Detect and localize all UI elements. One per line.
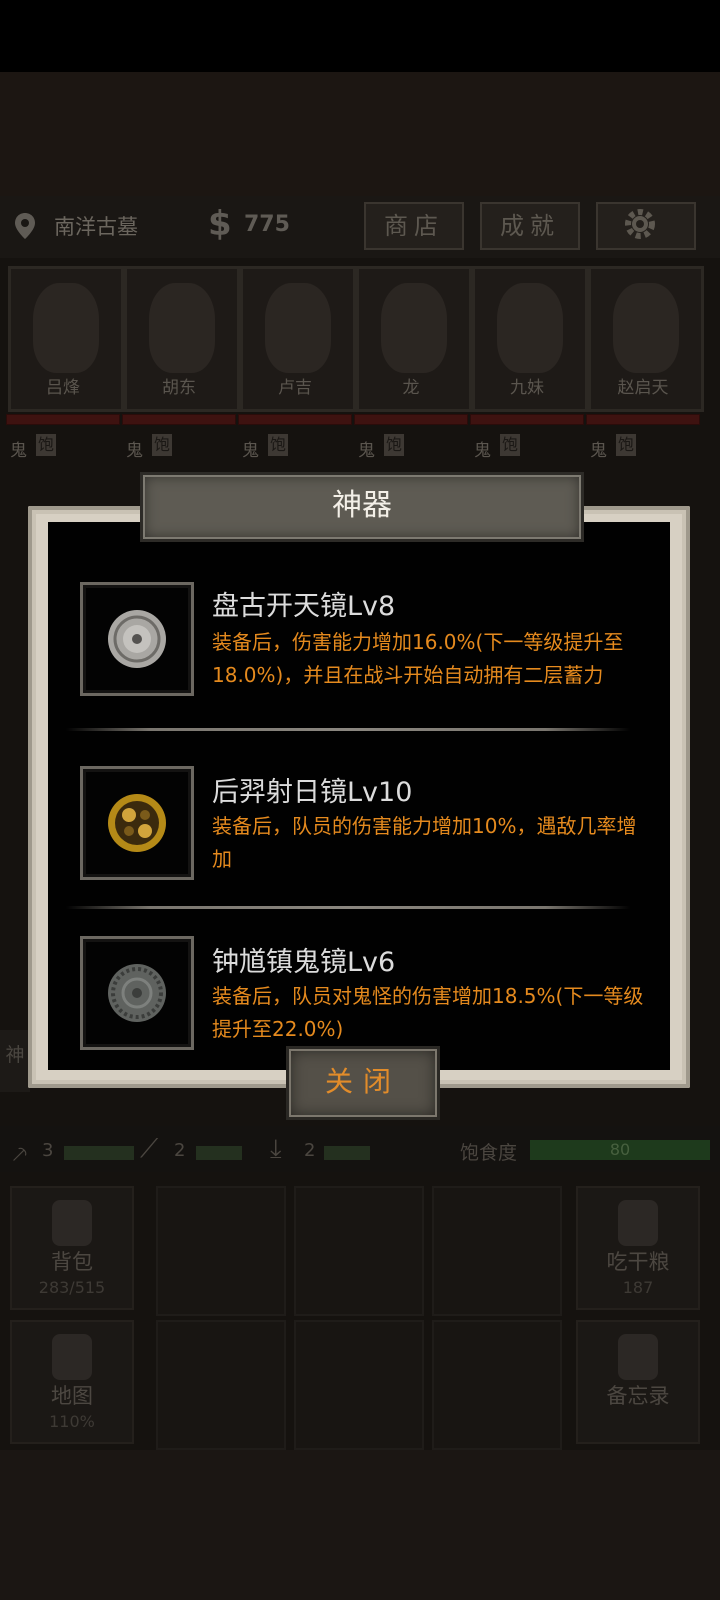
health-bar	[586, 414, 700, 425]
dialog-title: 神器	[140, 472, 584, 542]
full-status: 饱	[268, 434, 288, 456]
artifact-name: 盘古开天镜Lv8	[212, 591, 396, 622]
close-button[interactable]: 关闭	[286, 1046, 440, 1120]
health-bar	[354, 414, 468, 425]
grid-cell[interactable]	[432, 1320, 562, 1450]
status-bar-area	[0, 0, 720, 72]
grid-cell[interactable]	[294, 1186, 424, 1316]
full-status: 饱	[36, 434, 56, 456]
artifact-name: 后羿射日镜Lv10	[212, 777, 413, 808]
character-portrait	[33, 283, 99, 373]
ghost-status: 鬼	[474, 441, 491, 461]
ghost-status: 鬼	[590, 441, 607, 461]
character-card[interactable]: 胡东	[124, 266, 240, 412]
ghost-status: 鬼	[126, 441, 143, 461]
eat-rations-button[interactable]: 吃干粮 187	[576, 1186, 700, 1310]
map-progress: 110%	[49, 1412, 95, 1431]
grid-cell[interactable]	[156, 1186, 286, 1316]
character-name: 龙	[402, 378, 420, 398]
mirror-icon	[108, 610, 166, 668]
backpack-label: 背包	[51, 1250, 93, 1274]
health-bar	[122, 414, 236, 425]
health-bar	[6, 414, 120, 425]
character-portrait	[265, 283, 331, 373]
artifact-name: 钟馗镇鬼镜Lv6	[212, 947, 396, 978]
ghost-status: 鬼	[10, 441, 27, 461]
location-name: 南洋古墓	[54, 215, 138, 239]
health-bar	[470, 414, 584, 425]
memo-button[interactable]: 备忘录	[576, 1320, 700, 1444]
tool-count: 3	[42, 1140, 54, 1161]
artifact-description: 装备后，队员对鬼怪的伤害增加18.5%(下一等级提升至22.0%)	[212, 984, 644, 1041]
grid-cell[interactable]	[432, 1186, 562, 1316]
character-name: 胡东	[162, 378, 196, 398]
character-card[interactable]: 赵启天	[588, 266, 704, 412]
character-card[interactable]: 龙	[356, 266, 472, 412]
character-card[interactable]: 卢吉	[240, 266, 356, 412]
shop-button[interactable]: 商店	[364, 202, 464, 250]
character-portrait	[149, 283, 215, 373]
stats-bar: ⸕ 3 ⟋ 2 ⤓ 2 饱食度 80	[0, 1126, 720, 1172]
full-status: 饱	[384, 434, 404, 456]
full-status: 饱	[616, 434, 636, 456]
character-name: 吕烽	[46, 378, 80, 398]
hunger-value: 80	[609, 1140, 631, 1159]
artifact-icon-frame[interactable]	[80, 582, 194, 696]
character-portrait	[613, 283, 679, 373]
artifact-description: 装备后，队员的伤害能力增加10%，遇敌几率增加	[212, 814, 637, 871]
eat-rations-label: 吃干粮	[606, 1250, 670, 1274]
character-portrait	[381, 283, 447, 373]
shovel-icon: ⤓	[270, 1134, 282, 1164]
navigation-bar-area	[0, 1450, 720, 1600]
tool-bar	[64, 1146, 134, 1160]
tool-bar	[324, 1146, 370, 1160]
character-name: 九妹	[510, 378, 544, 398]
full-status: 饱	[152, 434, 172, 456]
grid-cell[interactable]	[156, 1320, 286, 1450]
divider	[66, 728, 630, 731]
map-icon	[52, 1334, 92, 1380]
character-card[interactable]: 九妹	[472, 266, 588, 412]
ghost-status: 鬼	[358, 441, 375, 461]
money-value: 775	[244, 212, 290, 237]
ghost-status: 鬼	[242, 441, 259, 461]
tool-bar	[196, 1146, 242, 1160]
top-hud: 南洋古墓 $ 775 商店 成就	[0, 196, 720, 258]
grid-cell[interactable]	[294, 1320, 424, 1450]
backpack-icon	[52, 1200, 92, 1246]
map-label: 地图	[51, 1384, 93, 1408]
backpack-button[interactable]: 背包 283/515	[10, 1186, 134, 1310]
hunger-label: 饱食度	[460, 1142, 518, 1164]
pickaxe-icon: ⸕	[10, 1139, 30, 1169]
character-name: 赵启天	[617, 378, 669, 398]
character-name: 卢吉	[278, 378, 312, 398]
artifact-description: 装备后，伤害能力增加16.0%(下一等级提升至18.0%)，并且在战斗开始自动拥…	[212, 630, 624, 687]
backpack-count: 283/515	[38, 1278, 106, 1297]
memo-label: 备忘录	[606, 1384, 670, 1408]
character-portrait	[497, 283, 563, 373]
settings-button[interactable]	[596, 202, 696, 250]
character-card[interactable]: 吕烽	[8, 266, 124, 412]
tool-count: 2	[174, 1140, 186, 1161]
artifact-icon-frame[interactable]	[80, 936, 194, 1050]
tool-count: 2	[304, 1140, 316, 1161]
mirror-icon	[108, 964, 166, 1022]
rations-icon	[618, 1200, 658, 1246]
gear-icon	[625, 209, 655, 239]
money-icon: $	[208, 204, 232, 244]
location-pin-icon	[15, 213, 35, 239]
artifact-icon-frame[interactable]	[80, 766, 194, 880]
rope-icon: ⟋	[140, 1134, 159, 1164]
memo-icon	[618, 1334, 658, 1380]
achievement-button[interactable]: 成就	[480, 202, 580, 250]
health-bar	[238, 414, 352, 425]
map-button[interactable]: 地图 110%	[10, 1320, 134, 1444]
full-status: 饱	[500, 434, 520, 456]
rations-count: 187	[622, 1278, 654, 1297]
divider	[66, 906, 630, 909]
mirror-icon	[108, 794, 166, 852]
side-tab[interactable]: 神	[0, 1030, 30, 1092]
